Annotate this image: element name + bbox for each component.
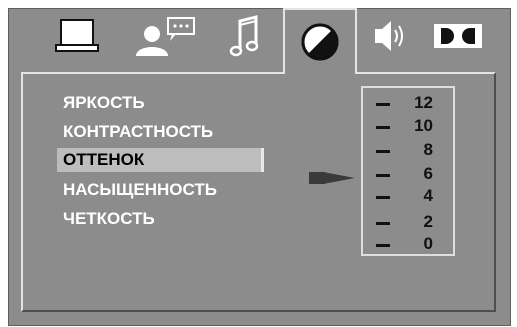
level-pointer-icon <box>309 172 355 184</box>
menu-item-saturation[interactable]: НАСЫЩЕННОСТЬ <box>57 178 261 202</box>
scale-step: 6 <box>363 164 453 184</box>
tab-video[interactable] <box>283 8 357 74</box>
tab-language[interactable] <box>130 10 200 62</box>
dvd-setup-screen: ЯРКОСТЬ КОНТРАСТНОСТЬ ОТТЕНОК НАСЫЩЕННОС… <box>0 0 517 327</box>
tab-audio[interactable] <box>220 10 272 62</box>
speaker-icon <box>375 21 403 51</box>
scale-step: 0 <box>363 234 453 254</box>
tab-general[interactable] <box>48 10 106 62</box>
scale-tick <box>376 222 390 225</box>
menu-item-brightness[interactable]: ЯРКОСТЬ <box>57 91 261 115</box>
scale-tick <box>376 150 390 153</box>
menu-item-contrast[interactable]: КОНТРАСТНОСТЬ <box>57 120 261 144</box>
menu-item-hue[interactable]: ОТТЕНОК <box>57 148 264 172</box>
scale-value: 4 <box>423 186 433 205</box>
scale-value: 2 <box>423 212 433 231</box>
level-scale[interactable]: 12 10 8 6 4 2 0 <box>361 86 455 256</box>
monitor-icon <box>55 19 99 52</box>
scale-value: 0 <box>423 234 433 253</box>
scale-step: 4 <box>363 186 453 206</box>
scale-step: 10 <box>363 116 453 136</box>
music-note-icon <box>229 15 259 57</box>
scale-value: 12 <box>414 93 433 112</box>
contrast-circle-icon <box>301 23 339 61</box>
tab-speaker[interactable] <box>364 10 414 62</box>
menu-item-sharpness[interactable]: ЧЕТКОСТЬ <box>57 207 261 231</box>
tab-dolby[interactable] <box>428 10 488 62</box>
scale-tick <box>376 174 390 177</box>
user-speech-icon <box>136 17 195 56</box>
scale-tick <box>376 244 390 247</box>
dolby-icon <box>434 24 482 48</box>
scale-step: 8 <box>363 140 453 160</box>
scale-step: 12 <box>363 93 453 113</box>
scale-tick <box>376 126 390 129</box>
scale-value: 6 <box>423 164 433 183</box>
scale-tick <box>376 196 390 199</box>
scale-value: 8 <box>423 140 433 159</box>
scale-value: 10 <box>414 116 433 135</box>
scale-tick <box>376 103 390 106</box>
scale-step: 2 <box>363 212 453 232</box>
